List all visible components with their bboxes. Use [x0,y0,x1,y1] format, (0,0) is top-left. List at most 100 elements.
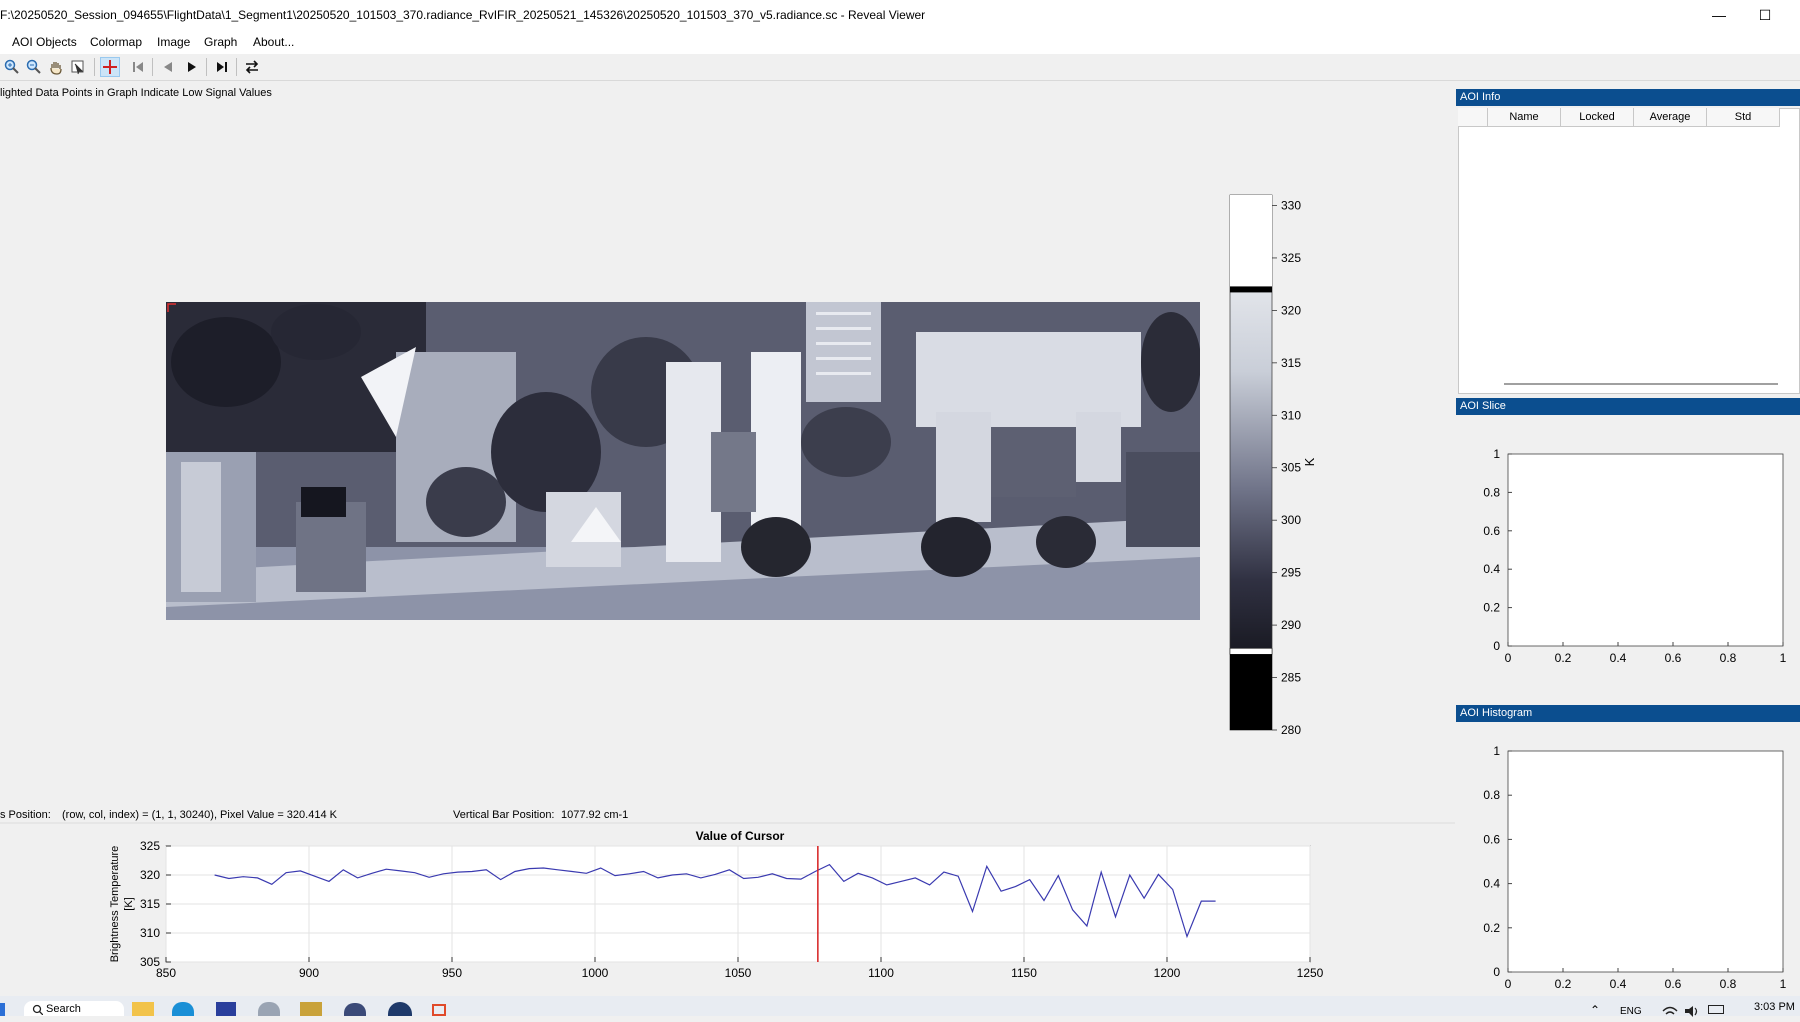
x-tick-label: 0 [1505,977,1512,991]
x-tick-label: 900 [299,966,319,980]
notepad-icon[interactable] [300,1002,322,1016]
crosshair-icon[interactable] [100,57,120,77]
empty-plot-area[interactable] [1507,750,1784,973]
colorbar-unit: K [1302,457,1316,466]
edge-browser-icon[interactable] [172,1002,194,1016]
horizontal-scrollbar[interactable] [1504,383,1778,385]
x-tick-label: 1 [1780,651,1787,665]
menu-aoi-objects[interactable]: AOI Objects [12,35,77,49]
x-tick-label: 1200 [1154,966,1181,980]
aoi-info-table[interactable] [1458,108,1800,394]
cursor-position-value: (row, col, index) = (1, 1, 30240), Pixel… [62,809,337,821]
vertical-bar-label: Vertical Bar Position: [453,809,555,821]
file-explorer-icon[interactable] [132,1002,154,1016]
window-title: F:\20250520_Session_094655\FlightData\1_… [0,8,926,22]
zoom-in-icon[interactable] [2,57,22,77]
colorbar-saturated-low [1230,651,1272,730]
x-tick-label: 0.8 [1720,651,1737,665]
colorbar-tick-label: 285 [1281,671,1301,685]
taskbar-search[interactable]: Search [24,1001,124,1016]
y-tick-label: 0.6 [1483,524,1500,538]
colorbar-tick-label: 320 [1281,303,1301,317]
y-tick-label: 305 [140,955,160,969]
y-tick-label: 315 [140,897,160,911]
aoi-slice-chart[interactable]: 1 0.8 0.6 0.4 0.2 00 0.2 0.4 0.6 0.8 1 [1456,416,1800,706]
wifi-icon[interactable] [1662,1004,1678,1022]
aoi-slice-header: AOI Slice [1456,398,1800,415]
x-tick-label: 0 [1505,651,1512,665]
aoi-histogram-header: AOI Histogram [1456,705,1800,722]
zoom-out-icon[interactable] [24,57,44,77]
y-tick-label: 0.8 [1483,788,1500,802]
column-locked[interactable]: Locked [1561,108,1634,127]
empty-plot-area[interactable] [1507,453,1784,647]
y-tick-label: 0.2 [1483,921,1500,935]
colorbar-upper-limit-marker[interactable] [1230,286,1272,293]
language-indicator[interactable]: ENG [1620,1006,1642,1017]
maximize-button[interactable]: ☐ [1742,0,1788,30]
y-tick-label: 0 [1493,965,1500,979]
x-tick-label: 0.6 [1665,651,1682,665]
minimize-button[interactable]: — [1696,0,1742,30]
hint-text: lighted Data Points in Graph Indicate Lo… [0,87,272,99]
start-icon[interactable] [0,1003,5,1016]
colorbar: 330 325 320 315 310 305 300 295 290 285 280 K [1229,194,1316,735]
y-tick-label: 1 [1493,744,1500,758]
menu-colormap[interactable]: Colormap [90,35,142,49]
colorbar-saturated-high [1230,195,1272,290]
toolbar-separator [206,58,207,76]
x-tick-label: 1 [1780,977,1787,991]
image-origin-marker-icon [167,303,176,312]
next-frame-icon[interactable] [182,57,202,77]
column-average[interactable]: Average [1634,108,1707,127]
menu-graph[interactable]: Graph [204,35,237,49]
app-icon[interactable] [432,1004,446,1016]
first-frame-icon[interactable] [128,57,148,77]
thermal-image[interactable] [166,302,1200,620]
vertical-bar-value: 1077.92 cm-1 [561,809,629,821]
table-corner [1458,108,1488,127]
last-frame-icon[interactable] [212,57,232,77]
colorbar-tick-label: 325 [1281,251,1301,265]
taskbar-clock[interactable]: 3:03 PM [1754,1001,1795,1013]
colorbar-tick-label: 310 [1281,408,1301,422]
splitter[interactable] [0,822,1455,824]
menu-image[interactable]: Image [157,35,190,49]
app-icon[interactable] [216,1002,236,1016]
cursor-value-chart[interactable]: Value of Cursor Brightness Temperature [… [0,826,1455,996]
y-tick-label: 0.4 [1483,877,1500,891]
chevron-up-icon[interactable]: ⌃ [1590,1003,1600,1017]
swap-icon[interactable] [242,57,262,77]
y-axis-label-unit: [K] [123,897,135,910]
app-icon[interactable] [344,1003,366,1016]
toolbar-separator [94,58,95,76]
previous-frame-icon[interactable] [158,57,178,77]
y-tick-label: 310 [140,926,160,940]
y-tick-label: 325 [140,839,160,853]
toolbar-separator [236,58,237,76]
colorbar-tick-label: 315 [1281,356,1301,370]
x-tick-label: 950 [442,966,462,980]
column-name[interactable]: Name [1488,108,1561,127]
menu-about[interactable]: About... [253,35,294,49]
y-tick-label: 0.2 [1483,601,1500,615]
x-tick-label: 1150 [1011,966,1037,980]
column-std[interactable]: Std [1707,108,1780,127]
battery-icon[interactable] [1708,1005,1724,1014]
x-tick-label: 0.4 [1610,651,1627,665]
aoi-histogram-chart[interactable]: 1 0.8 0.6 0.4 0.2 00 0.2 0.4 0.6 0.8 1 [1456,723,1800,996]
data-cursor-icon[interactable] [68,57,88,77]
x-tick-label: 0.4 [1610,977,1627,991]
x-tick-label: 1100 [868,966,894,980]
pan-hand-icon[interactable] [46,57,66,77]
aoi-info-header: AOI Info [1456,89,1800,106]
app-icon[interactable] [258,1002,280,1016]
x-tick-label: 0.2 [1555,977,1572,991]
volume-icon[interactable] [1684,1004,1700,1022]
colorbar-tick-label: 295 [1281,566,1301,580]
colorbar-lower-limit-marker[interactable] [1229,648,1273,655]
y-tick-label: 0 [1493,639,1500,653]
colorbar-tick-label: 305 [1281,461,1301,475]
colorbar-tick-label: 290 [1281,618,1301,632]
colorbar-tick-label: 300 [1281,513,1301,527]
